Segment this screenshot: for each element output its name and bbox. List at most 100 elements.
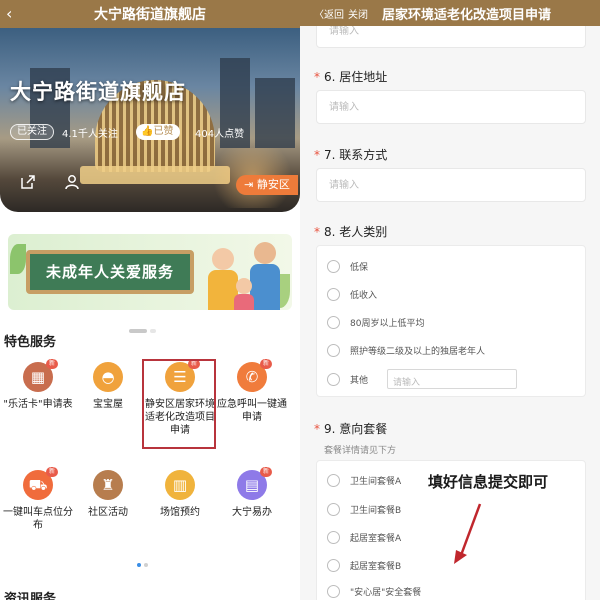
radio-option[interactable]: 低收入 bbox=[327, 288, 377, 301]
back-button[interactable]: 〈返回 bbox=[314, 6, 344, 21]
banner-board: 未成年人关爱服务 bbox=[26, 250, 194, 294]
service-item[interactable]: ▦ 新 "乐活卡"申请表 bbox=[2, 359, 74, 411]
question-address: * 6. 居住地址 bbox=[314, 68, 387, 85]
promo-banner[interactable]: 未成年人关爱服务 bbox=[8, 234, 292, 310]
service-item[interactable]: ▥ 场馆预约 bbox=[144, 470, 216, 519]
radio-button[interactable] bbox=[327, 474, 340, 487]
radio-option[interactable]: 其他 bbox=[327, 373, 368, 386]
new-badge: 新 bbox=[260, 359, 272, 369]
other-field[interactable] bbox=[388, 374, 516, 392]
package-hint: 套餐详情请见下方 bbox=[324, 446, 397, 456]
service-label: 大宁易办 bbox=[232, 507, 272, 518]
service-icon-circle: ⛟ 新 bbox=[23, 467, 58, 500]
radio-button[interactable] bbox=[327, 344, 340, 357]
radio-label: 卫生间套餐A bbox=[350, 477, 402, 487]
service-item[interactable]: ♜ 社区活动 bbox=[72, 470, 144, 519]
service-item[interactable]: ▤ 新大宁易办 bbox=[216, 467, 288, 519]
contact-input[interactable] bbox=[316, 168, 586, 202]
other-input[interactable] bbox=[387, 369, 517, 392]
form-header: 〈返回 关闭 居家环境适老化改造项目申请 bbox=[300, 0, 600, 26]
radio-option[interactable]: 80周岁以上低平均 bbox=[327, 316, 424, 329]
building-silhouette bbox=[255, 78, 295, 148]
radio-button[interactable] bbox=[327, 559, 340, 572]
close-button[interactable]: 关闭 bbox=[348, 6, 368, 21]
contact-field[interactable] bbox=[317, 169, 585, 201]
radio-button[interactable] bbox=[327, 260, 340, 273]
radio-label: 其他 bbox=[350, 376, 369, 386]
radio-option[interactable]: "安心居"安全套餐 bbox=[327, 585, 421, 598]
radio-label: 低保 bbox=[350, 263, 369, 273]
banner-text: 未成年人关爱服务 bbox=[45, 263, 174, 281]
radio-button[interactable] bbox=[327, 531, 340, 544]
service-label: 应急呼叫一键通申请 bbox=[217, 399, 287, 423]
man-figure bbox=[254, 242, 276, 264]
question-label: 9. 意向套餐 bbox=[324, 422, 388, 436]
radio-label: 照护等级二级及以上的独居老年人 bbox=[350, 347, 486, 357]
radio-option[interactable]: 照护等级二级及以上的独居老年人 bbox=[327, 344, 485, 357]
question-label: 8. 老人类别 bbox=[324, 225, 388, 239]
thumb-icon: 👍 bbox=[141, 126, 154, 137]
radio-label: 卫生间套餐B bbox=[350, 506, 402, 516]
service-icon-circle: ♜ bbox=[93, 470, 123, 500]
radio-label: 起居室套餐B bbox=[350, 562, 402, 572]
arrow-annotation bbox=[454, 503, 482, 564]
header-title: 大宁路街道旗舰店 bbox=[94, 7, 206, 23]
radio-option[interactable]: 卫生间套餐B bbox=[327, 503, 401, 516]
radio-button[interactable] bbox=[327, 316, 340, 329]
question-category: * 8. 老人类别 bbox=[314, 223, 387, 240]
question-contact: * 7. 联系方式 bbox=[314, 146, 387, 163]
service-icon-circle: ◓ bbox=[93, 362, 123, 392]
new-badge: 新 bbox=[46, 359, 58, 369]
radio-option[interactable]: 起居室套餐B bbox=[327, 559, 401, 572]
radio-label: 低收入 bbox=[350, 291, 378, 301]
share-icon[interactable] bbox=[20, 174, 36, 190]
service-item[interactable]: ◓ 宝宝屋 bbox=[72, 362, 144, 411]
address-input[interactable] bbox=[316, 90, 586, 124]
child-figure bbox=[234, 294, 254, 310]
pagination-dot bbox=[137, 563, 141, 567]
info-services-title: 资讯服务 bbox=[4, 592, 57, 600]
like-button[interactable]: 👍已赞 bbox=[136, 124, 181, 140]
building-icon: ▥ bbox=[172, 476, 188, 494]
radio-button[interactable] bbox=[327, 503, 340, 516]
service-label: 场馆预约 bbox=[160, 507, 200, 518]
service-icon-circle: ▤ 新 bbox=[237, 467, 272, 500]
radio-option[interactable]: 低保 bbox=[327, 260, 368, 273]
store-header: ‹ 大宁路街道旗舰店 bbox=[0, 0, 300, 28]
featured-services-title: 特色服务 bbox=[4, 335, 57, 350]
radio-button[interactable] bbox=[327, 373, 340, 386]
radio-option[interactable]: 起居室套餐A bbox=[327, 531, 401, 544]
followers-count: 4.1千人关注 bbox=[62, 129, 118, 140]
required-mark: * bbox=[314, 70, 320, 84]
baby-icon: ◓ bbox=[101, 368, 115, 386]
login-arrow-icon: ⇥ bbox=[244, 178, 257, 191]
district-tag[interactable]: ⇥ 静安区 bbox=[236, 175, 298, 195]
category-options: 低保低收入 80周岁以上低平均照护等级二级及以上的独居老年人 其他 bbox=[316, 245, 586, 397]
question-label: 7. 联系方式 bbox=[324, 148, 388, 162]
service-item[interactable]: ✆ 新应急呼叫一键通申请 bbox=[216, 359, 288, 424]
store-hero: 大宁路街道旗舰店 已关注 4.1千人关注 👍已赞 404人点赞 ⇥ 静安区 bbox=[0, 28, 300, 212]
service-icon-circle: ▥ bbox=[165, 470, 195, 500]
follow-button[interactable]: 已关注 bbox=[10, 124, 54, 140]
radio-button[interactable] bbox=[327, 288, 340, 301]
required-mark: * bbox=[314, 422, 320, 436]
man-figure bbox=[250, 264, 280, 310]
question-label: 6. 居住地址 bbox=[324, 70, 388, 84]
address-field[interactable] bbox=[317, 91, 585, 123]
service-label: 社区活动 bbox=[88, 507, 128, 518]
required-mark: * bbox=[314, 225, 320, 239]
like-label: 已赞 bbox=[153, 126, 174, 137]
radio-option[interactable]: 卫生间套餐A bbox=[327, 474, 401, 487]
required-mark: * bbox=[314, 148, 320, 162]
likes-count: 404人点赞 bbox=[195, 129, 245, 140]
radio-button[interactable] bbox=[327, 585, 340, 598]
user-icon[interactable] bbox=[64, 174, 80, 190]
service-icon-circle: ✆ 新 bbox=[237, 359, 272, 392]
service-item[interactable]: ⛟ 新一键叫车点位分布 bbox=[2, 467, 74, 532]
new-badge: 新 bbox=[46, 467, 58, 477]
service-label: "乐活卡"申请表 bbox=[3, 399, 73, 410]
radio-label: "安心居"安全套餐 bbox=[350, 588, 422, 598]
chevron-left-icon[interactable]: ‹ bbox=[6, 4, 12, 23]
application-form-page: 〈返回 关闭 居家环境适老化改造项目申请 * 6. 居住地址 * 7. 联系方式 *… bbox=[300, 0, 600, 600]
store-name: 大宁路街道旗舰店 bbox=[10, 80, 186, 104]
